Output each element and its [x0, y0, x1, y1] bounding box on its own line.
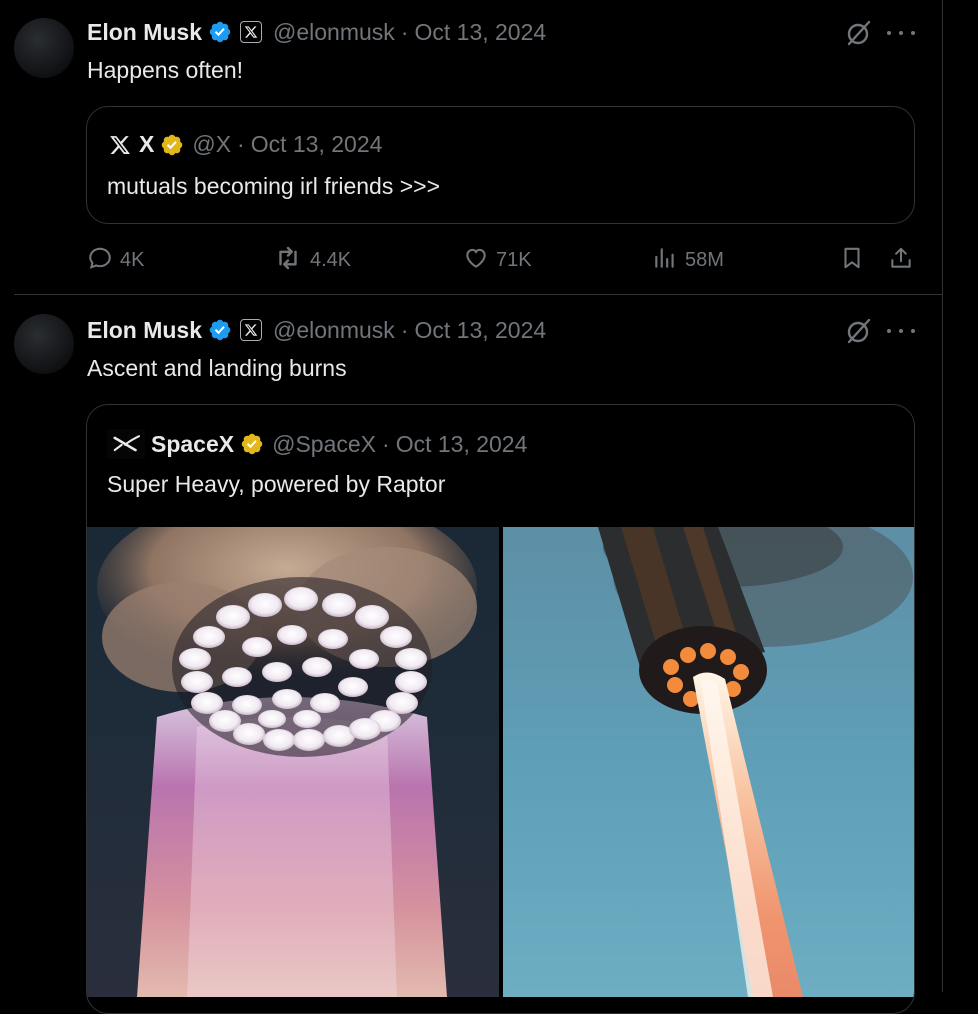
more-icon[interactable]	[887, 326, 915, 336]
quote-author-name[interactable]: SpaceX	[151, 431, 234, 458]
tweet-actions: 4K 4.4K 71K 58M	[0, 244, 942, 276]
avatar[interactable]	[14, 18, 74, 78]
separator: ·	[400, 316, 409, 343]
verified-badge-icon[interactable]	[208, 20, 232, 44]
quote-text: mutuals becoming irl friends >>>	[107, 173, 441, 199]
grok-icon[interactable]	[845, 19, 873, 47]
quote-author-name[interactable]: X	[139, 131, 154, 158]
grok-icon[interactable]	[845, 317, 873, 345]
quoted-tweet[interactable]: SpaceX @SpaceX · Oct 13, 2024 Super Heav…	[86, 404, 915, 1014]
quoted-tweet[interactable]: X @X · Oct 13, 2024 mutuals becoming irl…	[86, 106, 915, 224]
views-count: 58M	[685, 248, 724, 271]
verified-badge-icon[interactable]	[208, 318, 232, 342]
more-icon[interactable]	[887, 28, 915, 38]
spacex-logo-icon[interactable]	[107, 429, 145, 459]
quote-author-handle[interactable]: @X	[192, 131, 231, 158]
quote-header: X @X · Oct 13, 2024	[107, 131, 382, 158]
tweet-header: Elon Musk @elonmusk · Oct 13, 2024	[87, 17, 546, 47]
quote-author-handle[interactable]: @SpaceX	[272, 431, 376, 458]
avatar[interactable]	[14, 314, 74, 374]
verified-badge-icon[interactable]	[160, 133, 184, 157]
x-logo-icon[interactable]	[107, 132, 133, 158]
quote-timestamp[interactable]: Oct 13, 2024	[251, 131, 383, 158]
timestamp[interactable]: Oct 13, 2024	[414, 19, 546, 46]
like-icon	[463, 245, 489, 276]
timeline-divider-vertical	[942, 0, 943, 992]
media-image-booster[interactable]	[503, 527, 914, 997]
views-button[interactable]: 58M	[652, 244, 724, 276]
reply-icon	[87, 245, 113, 276]
separator: ·	[400, 18, 409, 45]
quote-text: Super Heavy, powered by Raptor	[107, 471, 446, 497]
repost-icon	[273, 243, 303, 278]
bookmark-icon	[839, 245, 865, 276]
tweet-divider	[14, 294, 942, 295]
repost-count: 4.4K	[310, 248, 352, 271]
separator: ·	[237, 131, 245, 157]
tweet-text: Happens often!	[87, 57, 244, 83]
quote-timestamp[interactable]: Oct 13, 2024	[396, 431, 528, 458]
tweet-header: Elon Musk @elonmusk · Oct 13, 2024	[87, 315, 546, 345]
like-count: 71K	[496, 248, 532, 271]
timestamp[interactable]: Oct 13, 2024	[414, 317, 546, 344]
tweet-text: Ascent and landing burns	[87, 355, 347, 381]
separator: ·	[382, 430, 390, 457]
author-name[interactable]: Elon Musk	[87, 317, 202, 344]
author-name[interactable]: Elon Musk	[87, 19, 202, 46]
bookmark-button[interactable]	[839, 244, 865, 276]
share-icon	[888, 245, 914, 276]
repost-button[interactable]: 4.4K	[273, 244, 351, 276]
author-handle[interactable]: @elonmusk	[273, 317, 395, 344]
quote-header: SpaceX @SpaceX · Oct 13, 2024	[107, 429, 527, 459]
like-button[interactable]: 71K	[463, 244, 532, 276]
verified-badge-icon[interactable]	[240, 432, 264, 456]
media-image-engines[interactable]	[87, 527, 499, 997]
author-handle[interactable]: @elonmusk	[273, 19, 395, 46]
share-button[interactable]	[888, 244, 914, 276]
reply-button[interactable]: 4K	[87, 244, 144, 276]
x-logo-icon	[240, 21, 263, 43]
reply-count: 4K	[120, 248, 145, 271]
x-logo-icon	[240, 319, 263, 341]
views-icon	[652, 245, 678, 276]
